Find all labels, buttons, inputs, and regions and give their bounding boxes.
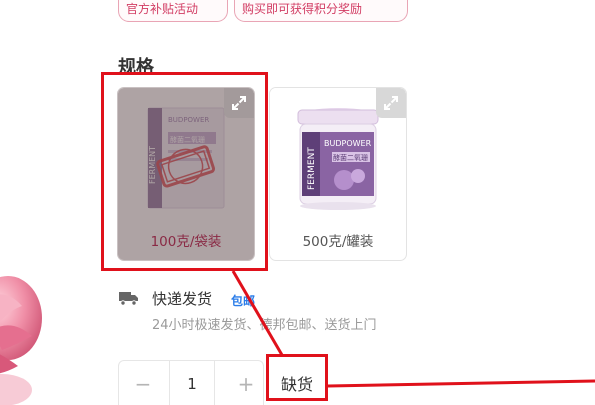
out-of-stock-button[interactable]: 缺货 — [281, 371, 313, 395]
shipping-title: 快递发货 — [152, 290, 213, 308]
free-shipping-badge: 包邮 — [231, 294, 256, 308]
quantity-decrease-button[interactable]: − — [128, 373, 158, 397]
jar-side-text: FERMENT — [307, 147, 317, 190]
quantity-stepper: − 1 + — [118, 360, 264, 405]
spec-option-label: 100克/袋装 — [150, 234, 222, 250]
pouch-brand-text: BUDPOWER — [168, 116, 209, 124]
spec-option-100g-pouch[interactable]: FERMENT BUDPOWER 酵菌二氧珊 100克/袋装 — [117, 87, 255, 261]
rose-decoration — [0, 276, 42, 405]
truck-icon — [119, 292, 138, 306]
quantity-increase-button[interactable]: + — [231, 373, 261, 397]
pouch-side-text: FERMENT — [148, 146, 157, 184]
spec-section-title: 规格 — [118, 57, 154, 78]
quantity-value[interactable]: 1 — [169, 361, 215, 405]
spec-option-label: 500克/罐装 — [302, 234, 374, 250]
zoom-button[interactable] — [224, 88, 254, 118]
zoom-button[interactable] — [376, 88, 406, 118]
promo-tag-points: 购买即可获得积分奖励 — [234, 0, 408, 22]
pouch-name-text: 酵菌二氧珊 — [170, 135, 205, 144]
expand-icon — [384, 96, 398, 110]
promo-tag-subsidy: 官方补贴活动 — [118, 0, 228, 22]
expand-icon — [232, 96, 246, 110]
jar-name-text: 酵菌二氧珊 — [333, 153, 368, 162]
shipping-description: 24小时极速发货、德邦包邮、送货上门 — [152, 318, 377, 333]
spec-option-500g-jar[interactable]: FERMENT BUDPOWER 酵菌二氧珊 500克/罐装 — [269, 87, 407, 261]
jar-brand-text: BUDPOWER — [324, 139, 372, 148]
